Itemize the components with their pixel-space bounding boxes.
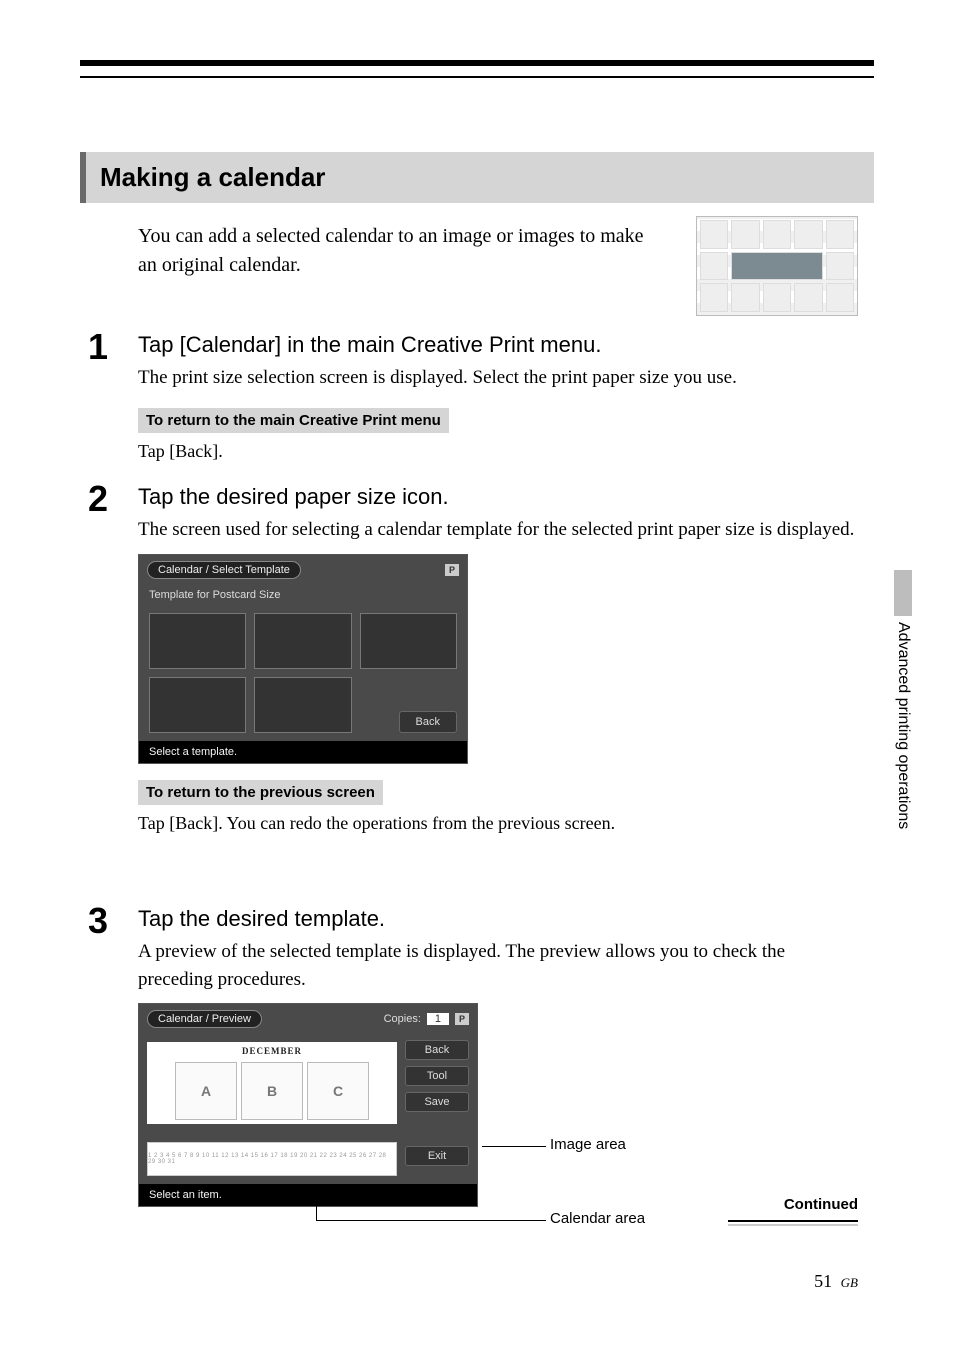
breadcrumb-pill: Calendar / Select Template xyxy=(147,561,301,579)
step-3: 3 Tap the desired template. A preview of… xyxy=(138,906,858,1207)
side-tab-marker xyxy=(894,570,912,616)
template-option[interactable] xyxy=(254,613,351,669)
status-bar: Select a template. xyxy=(139,741,467,763)
step-body: The print size selection screen is displ… xyxy=(138,364,858,392)
header-thick-rule xyxy=(80,60,874,66)
step-2: 2 Tap the desired paper size icon. The s… xyxy=(138,484,858,834)
p-badge-icon: P xyxy=(445,564,459,576)
section-title: Making a calendar xyxy=(80,152,874,203)
p-badge-icon: P xyxy=(455,1013,469,1025)
back-button[interactable]: Back xyxy=(405,1040,469,1060)
page-number: 51 xyxy=(814,1271,832,1291)
step-1: 1 Tap [Calendar] in the main Creative Pr… xyxy=(138,332,858,462)
leader-line xyxy=(316,1220,546,1221)
back-button[interactable]: Back xyxy=(399,711,457,733)
section-title-text: Making a calendar xyxy=(100,162,325,192)
preview-calendar-strip[interactable]: 1 2 3 4 5 6 7 8 9 10 11 12 13 14 15 16 1… xyxy=(147,1142,397,1176)
leader-line xyxy=(482,1146,546,1147)
continued-label: Continued xyxy=(784,1196,858,1213)
page-footer: 51 GB xyxy=(814,1271,858,1292)
image-slot-b[interactable]: B xyxy=(241,1062,303,1120)
template-subtitle: Template for Postcard Size xyxy=(139,585,467,605)
intro-paragraph: You can add a selected calendar to an im… xyxy=(138,222,658,280)
step-heading: Tap the desired paper size icon. xyxy=(138,484,858,510)
exit-button[interactable]: Exit xyxy=(405,1146,469,1166)
note-body: Tap [Back]. xyxy=(138,441,858,462)
image-slot-a[interactable]: A xyxy=(175,1062,237,1120)
step-body: The screen used for selecting a calendar… xyxy=(138,516,858,544)
note-title: To return to the previous screen xyxy=(138,780,383,805)
step-body: A preview of the selected template is di… xyxy=(138,938,858,993)
copies-value[interactable]: 1 xyxy=(427,1013,449,1025)
preview-month: DECEMBER xyxy=(147,1042,397,1058)
image-slot-c[interactable]: C xyxy=(307,1062,369,1120)
note-body: Tap [Back]. You can redo the operations … xyxy=(138,813,858,834)
step-heading: Tap the desired template. xyxy=(138,906,858,932)
image-area-label: Image area xyxy=(550,1136,626,1153)
save-button[interactable]: Save xyxy=(405,1092,469,1112)
side-tab: Advanced printing operations xyxy=(893,570,913,829)
template-option[interactable] xyxy=(149,677,246,733)
status-bar: Select an item. xyxy=(139,1184,477,1206)
template-select-screenshot: Calendar / Select Template P Template fo… xyxy=(138,554,468,764)
leader-line xyxy=(316,1206,317,1220)
preview-image-row: A B C xyxy=(147,1058,397,1124)
step-number: 3 xyxy=(88,900,108,942)
template-option[interactable] xyxy=(149,613,246,669)
continued-rule xyxy=(728,1220,858,1226)
breadcrumb-pill: Calendar / Preview xyxy=(147,1010,262,1028)
header-thin-rule xyxy=(80,76,874,78)
step-number: 2 xyxy=(88,478,108,520)
page-suffix: GB xyxy=(841,1275,858,1290)
calendar-area-label: Calendar area xyxy=(550,1210,645,1227)
step-number: 1 xyxy=(88,326,108,368)
preview-screenshot: Calendar / Preview Copies: 1 P DECEMBER … xyxy=(138,1003,478,1207)
step-heading: Tap [Calendar] in the main Creative Prin… xyxy=(138,332,858,358)
template-option[interactable] xyxy=(360,613,457,669)
copies-label: Copies: xyxy=(384,1013,421,1025)
note-title: To return to the main Creative Print men… xyxy=(138,408,449,433)
calendar-sample-thumbnail xyxy=(696,216,858,316)
template-option[interactable] xyxy=(254,677,351,733)
side-tab-text: Advanced printing operations xyxy=(894,622,912,829)
tool-button[interactable]: Tool xyxy=(405,1066,469,1086)
